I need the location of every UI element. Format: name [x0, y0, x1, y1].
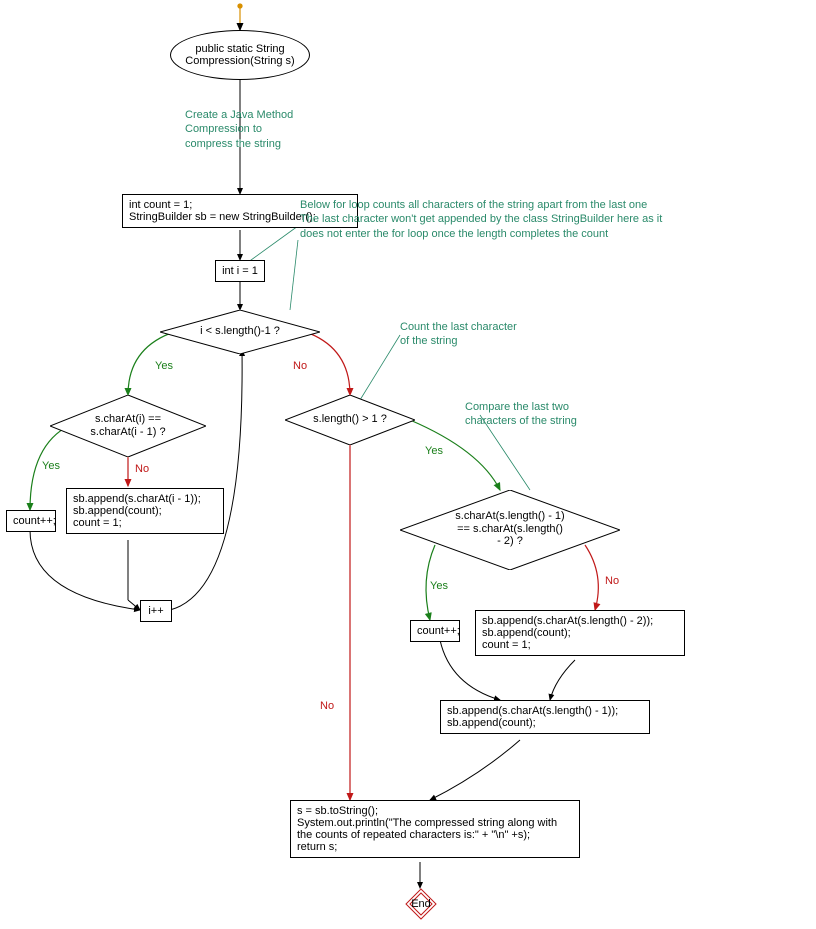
process-increment-i: i++: [140, 600, 172, 622]
decision-char-equal-label: s.charAt(i) == s.charAt(i - 1) ?: [80, 413, 176, 438]
decision-length-gt1-label: s.length() > 1 ?: [305, 413, 395, 426]
end-label: End: [411, 898, 431, 911]
process-final: s = sb.toString(); System.out.println("T…: [290, 800, 580, 858]
process-count-inc-1: count++;: [6, 510, 56, 532]
edge-yes-4: Yes: [430, 580, 448, 592]
annotation-compare-last-two: Compare the last two characters of the s…: [465, 400, 625, 429]
decision-loop-condition-label: i < s.length()-1 ?: [190, 325, 290, 338]
edge-no-4: No: [605, 575, 619, 587]
start-label: public static String Compression(String …: [185, 43, 294, 67]
start-terminator: public static String Compression(String …: [170, 30, 310, 80]
annotation-for-loop: Below for loop counts all characters of …: [300, 198, 780, 241]
process-append-3: sb.append(s.charAt(s.length() - 1)); sb.…: [440, 700, 650, 734]
edge-yes-1: Yes: [155, 360, 173, 372]
edge-no-1: No: [293, 360, 307, 372]
process-loop-init: int i = 1: [215, 260, 265, 282]
end-terminator: End: [405, 888, 437, 920]
annotation-count-last: Count the last character of the string: [400, 320, 560, 349]
edge-yes-2: Yes: [42, 460, 60, 472]
process-count-inc-2: count++;: [410, 620, 460, 642]
edge-no-2: No: [135, 463, 149, 475]
edge-no-3: No: [320, 700, 334, 712]
annotation-create-method: Create a Java Method Compression to comp…: [185, 108, 345, 151]
process-append-2: sb.append(s.charAt(s.length() - 2)); sb.…: [475, 610, 685, 656]
process-append-1: sb.append(s.charAt(i - 1)); sb.append(co…: [66, 488, 224, 534]
edge-yes-3: Yes: [425, 445, 443, 457]
decision-last-two-equal-label: s.charAt(s.length() - 1) == s.charAt(s.l…: [445, 510, 575, 548]
